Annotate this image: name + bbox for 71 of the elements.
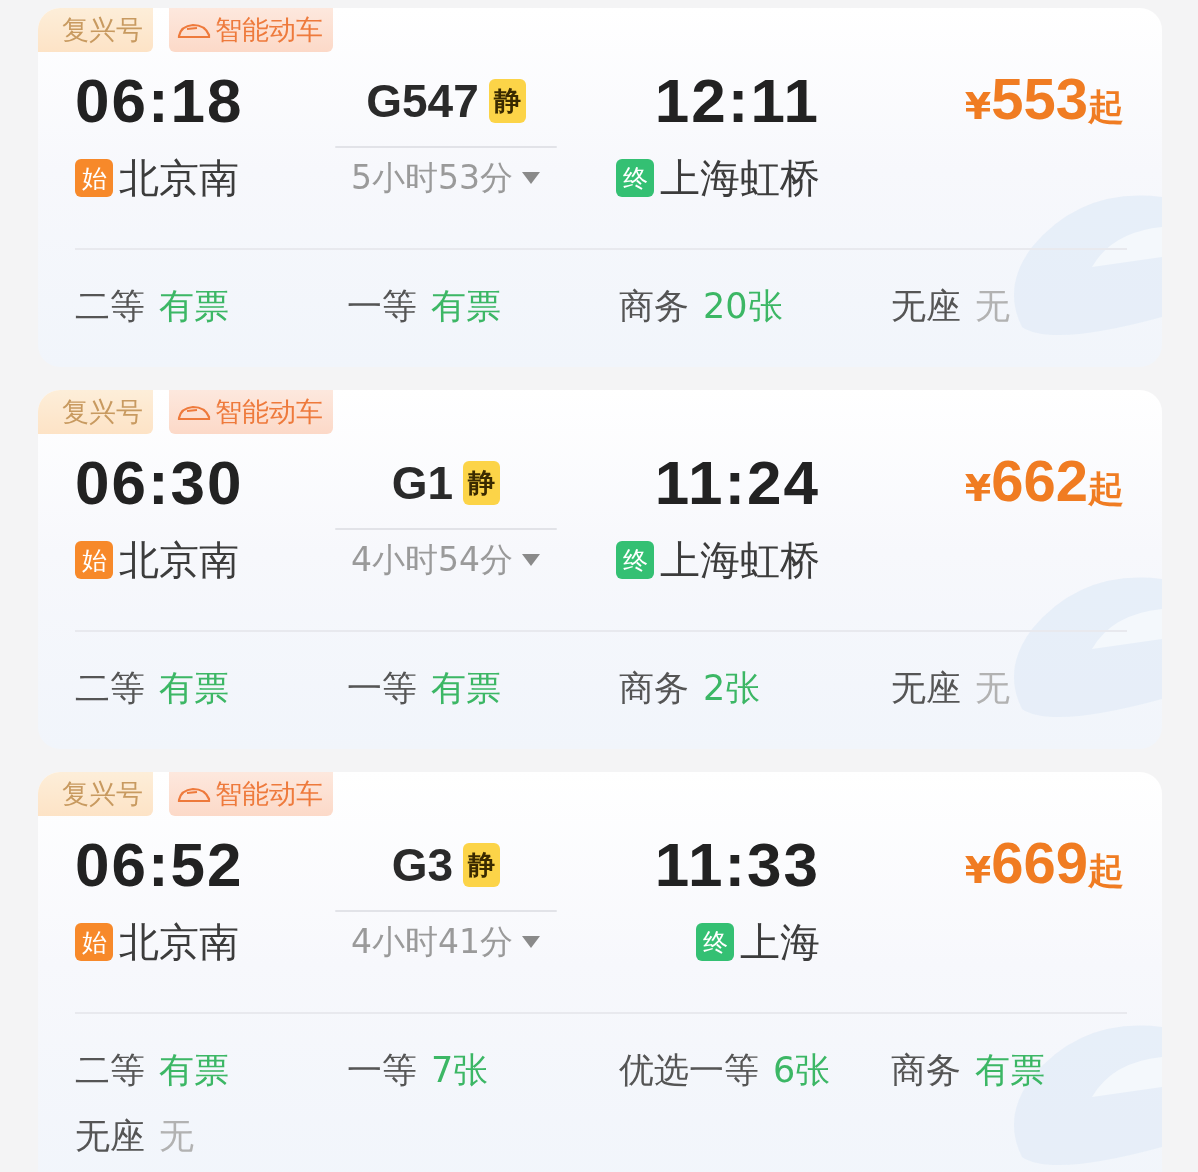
seat-availability: 有票: [159, 667, 229, 710]
departure-time: 06:52: [75, 830, 245, 900]
start-badge: 始: [75, 541, 113, 579]
price: ¥669起: [963, 829, 1124, 897]
seat-class: 一等: [347, 667, 417, 710]
train-type-tag: 复兴号: [38, 8, 153, 52]
seat-availability: 7张: [431, 1049, 489, 1092]
seat-availability: 有票: [431, 285, 501, 328]
arrival-time: 11:24: [654, 448, 820, 518]
start-badge: 始: [75, 159, 113, 197]
seat-class: 无座: [75, 1115, 145, 1158]
departure-station: 北京南: [119, 154, 239, 202]
train-number: G3: [391, 838, 454, 892]
departure-time: 06:30: [75, 448, 245, 518]
seat-availability: 有票: [159, 285, 229, 328]
price: ¥553起: [963, 65, 1124, 133]
seat-availability: 2张: [703, 667, 761, 710]
quiet-badge: 静: [463, 461, 501, 505]
train-icon: [177, 403, 211, 421]
arrival-station: 上海虹桥: [660, 536, 820, 584]
seat-availability: 无: [975, 285, 1010, 328]
departure-time: 06:18: [75, 66, 245, 136]
train-card[interactable]: 复兴号 智能动车 06:52 始 北京南 G3 静 4小时41分 11:33 终 上海 ¥669起 二等 有票 一等 7张 优选一等 6张 商务 有票 无座 无: [38, 772, 1162, 1172]
duration: 4小时41分: [351, 920, 513, 963]
end-badge: 终: [616, 159, 654, 197]
train-type-tag: 复兴号: [38, 772, 153, 816]
quiet-badge: 静: [488, 79, 526, 123]
duration: 5小时53分: [351, 156, 513, 199]
departure-station: 北京南: [119, 536, 239, 584]
seat-availability: 20张: [703, 285, 783, 328]
seat-class: 二等: [75, 667, 145, 710]
train-number: G547: [366, 74, 479, 128]
seat-availability: 有票: [431, 667, 501, 710]
departure-station: 北京南: [119, 918, 239, 966]
train-card[interactable]: 复兴号 智能动车 06:30 始 北京南 G1 静 4小时54分 11:24 终 上海虹桥 ¥662起 二等 有票 一等 有票 商务 2张 无座 无: [38, 390, 1162, 749]
arrival-time: 11:33: [654, 830, 820, 900]
seat-class: 二等: [75, 285, 145, 328]
end-badge: 终: [696, 923, 734, 961]
seat-class: 无座: [891, 285, 961, 328]
seat-availability: 6张: [773, 1049, 831, 1092]
seat-availability: 有票: [159, 1049, 229, 1092]
seat-availability: 无: [159, 1115, 194, 1158]
train-type-tag: 复兴号: [38, 390, 153, 434]
seat-availability: 有票: [975, 1049, 1045, 1092]
seat-class: 无座: [891, 667, 961, 710]
train-icon: [177, 785, 211, 803]
caret-icon[interactable]: [521, 171, 541, 185]
seat-class: 商务: [619, 667, 689, 710]
seat-class: 一等: [347, 285, 417, 328]
seat-class: 商务: [619, 285, 689, 328]
arrival-station: 上海虹桥: [660, 154, 820, 202]
price: ¥662起: [963, 447, 1124, 515]
arrival-time: 12:11: [654, 66, 820, 136]
feature-tag: 智能动车: [169, 8, 333, 52]
end-badge: 终: [616, 541, 654, 579]
start-badge: 始: [75, 923, 113, 961]
caret-icon[interactable]: [521, 553, 541, 567]
caret-icon[interactable]: [521, 935, 541, 949]
seat-class: 优选一等: [619, 1049, 759, 1092]
train-card[interactable]: 复兴号 智能动车 06:18 始 北京南 G547 静 5小时53分 12:11 终 上海虹桥 ¥553起 二等 有票 一等 有票 商务 20张 无座 无: [38, 8, 1162, 367]
quiet-badge: 静: [463, 843, 501, 887]
arrival-station: 上海: [740, 918, 820, 966]
feature-tag: 智能动车: [169, 390, 333, 434]
seat-availability: 无: [975, 667, 1010, 710]
feature-tag: 智能动车: [169, 772, 333, 816]
seat-class: 二等: [75, 1049, 145, 1092]
seat-class: 商务: [891, 1049, 961, 1092]
seat-class: 一等: [347, 1049, 417, 1092]
duration: 4小时54分: [351, 538, 513, 581]
train-number: G1: [391, 456, 454, 510]
train-icon: [177, 21, 211, 39]
